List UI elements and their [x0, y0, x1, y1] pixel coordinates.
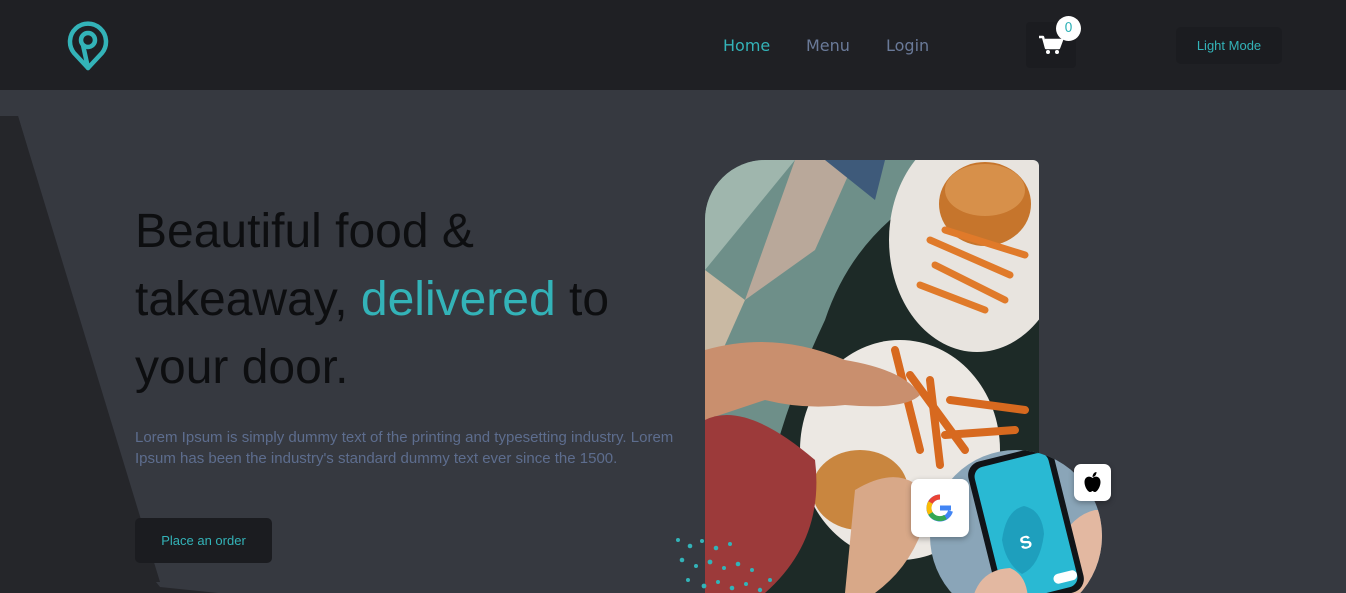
navbar: Home Menu Login 0 Light Mode	[0, 0, 1346, 90]
hero-description: Lorem Ipsum is simply dummy text of the …	[135, 429, 674, 467]
nav-login-link[interactable]: Login	[886, 36, 929, 55]
apple-icon	[1074, 464, 1111, 501]
light-mode-button[interactable]: Light Mode	[1176, 27, 1282, 64]
google-icon	[911, 479, 969, 537]
nav-home-link[interactable]: Home	[723, 36, 770, 55]
hero-title-highlight: delivered	[360, 273, 556, 326]
cart-count-badge: 0	[1056, 16, 1081, 41]
hero-title: Beautiful food & takeaway, delivered to …	[135, 198, 695, 402]
nav-menu-link[interactable]: Menu	[806, 36, 850, 55]
map-pin-logo-icon[interactable]	[66, 19, 110, 71]
place-order-button[interactable]: Place an order	[135, 518, 272, 563]
dot-pattern	[676, 538, 772, 593]
